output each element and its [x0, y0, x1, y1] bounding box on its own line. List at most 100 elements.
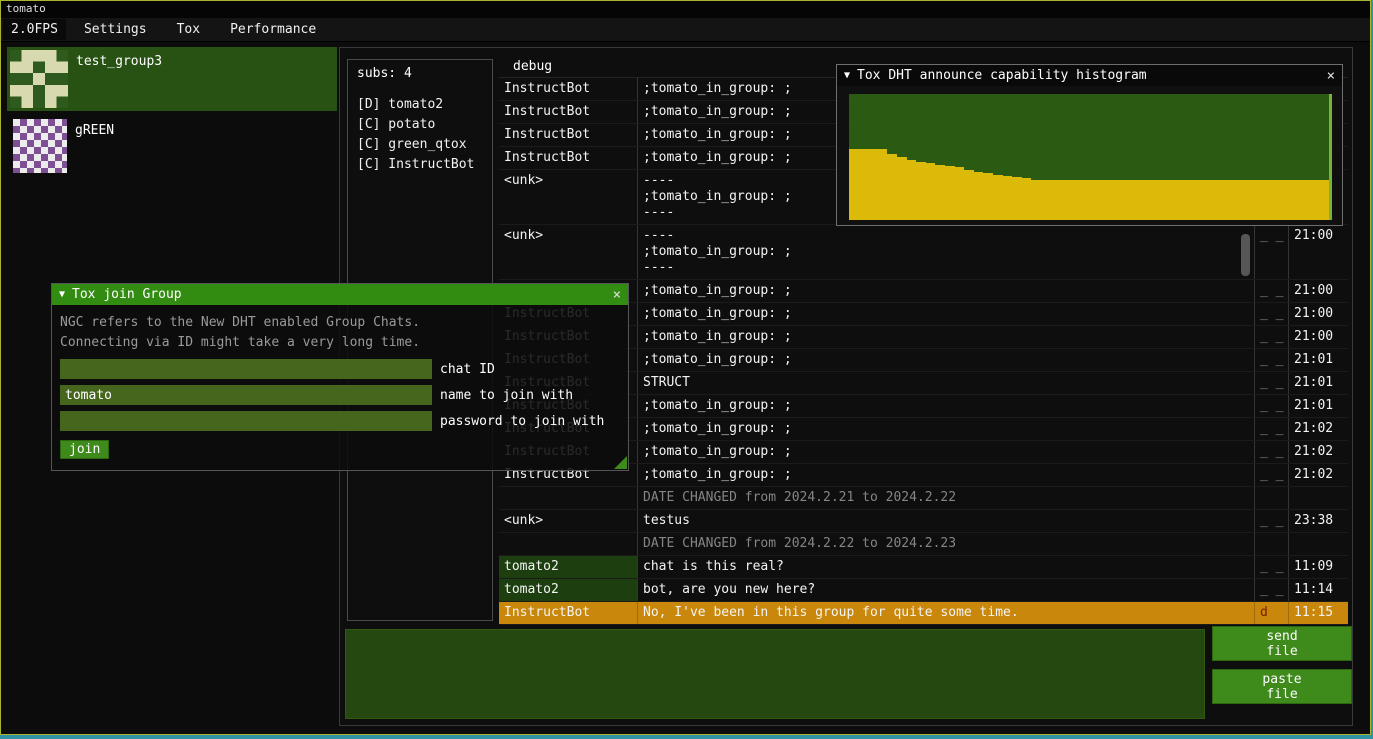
- member-list-item[interactable]: [C] InstructBot: [357, 155, 483, 175]
- join-password-input[interactable]: [60, 411, 432, 431]
- menu-item-performance[interactable]: Performance: [218, 19, 328, 40]
- message-author: [499, 487, 638, 509]
- message-flags: _ _: [1255, 280, 1289, 302]
- message-text: testus: [638, 510, 1255, 532]
- group-name: gREEN: [75, 119, 114, 138]
- member-list-item[interactable]: [C] potato: [357, 115, 483, 135]
- message-time: 21:00: [1289, 303, 1348, 325]
- message-time: [1289, 487, 1348, 509]
- message-time: 11:14: [1289, 579, 1348, 601]
- fps-counter: 2.0FPS: [3, 19, 66, 40]
- message-time: 21:01: [1289, 395, 1348, 417]
- group-avatar: [13, 119, 67, 173]
- chat-message-row[interactable]: tomato2 chat is this real? _ _ 11:09: [499, 556, 1348, 579]
- message-flags: _ _: [1255, 556, 1289, 578]
- message-text: ;tomato_in_group: ;: [638, 441, 1255, 463]
- chat-message-row[interactable]: tomato2 bot, are you new here? _ _ 11:14: [499, 579, 1348, 602]
- join-info-line: NGC refers to the New DHT enabled Group …: [60, 313, 620, 333]
- member-list-item[interactable]: [D] tomato2: [357, 95, 483, 115]
- message-time: 21:02: [1289, 418, 1348, 440]
- menu-bar: 2.0FPS Settings Tox Performance: [1, 18, 1370, 42]
- histogram-window-title: Tox DHT announce capability histogram: [857, 68, 1147, 83]
- message-author: InstructBot: [499, 602, 638, 624]
- message-text: ;tomato_in_group: ;: [638, 395, 1255, 417]
- message-text: ;tomato_in_group: ;: [638, 303, 1255, 325]
- histogram-window: ▼ Tox DHT announce capability histogram …: [836, 64, 1343, 226]
- close-icon[interactable]: ×: [613, 287, 621, 303]
- join-window-title: Tox join Group: [72, 287, 182, 302]
- message-text: ;tomato_in_group: ;: [638, 326, 1255, 348]
- message-flags: _ _: [1255, 349, 1289, 371]
- message-time: 21:00: [1289, 326, 1348, 348]
- chat-id-input[interactable]: [60, 359, 432, 379]
- message-time: 21:00: [1289, 225, 1348, 279]
- message-time: 21:00: [1289, 280, 1348, 302]
- message-flags: _ _: [1255, 303, 1289, 325]
- chat-message-row[interactable]: InstructBot No, I've been in this group …: [499, 602, 1348, 625]
- app-window: tomato 2.0FPS Settings Tox Performance t…: [0, 0, 1371, 735]
- chat-message-row[interactable]: <unk> ---- ;tomato_in_group: ; ---- _ _ …: [499, 225, 1348, 280]
- message-flags: _ _: [1255, 225, 1289, 279]
- message-author: tomato2: [499, 579, 638, 601]
- message-author: tomato2: [499, 556, 638, 578]
- menu-item-settings[interactable]: Settings: [72, 19, 159, 40]
- message-text: ;tomato_in_group: ;: [638, 349, 1255, 371]
- paste-file-button[interactable]: paste file: [1212, 669, 1352, 704]
- join-window-titlebar: ▼ Tox join Group ×: [52, 284, 628, 305]
- message-flags: _ _: [1255, 441, 1289, 463]
- message-author: InstructBot: [499, 124, 638, 146]
- group-item-test-group3[interactable]: test_group3: [7, 47, 337, 111]
- message-text: ;tomato_in_group: ;: [638, 464, 1255, 486]
- message-flags: _ _: [1255, 372, 1289, 394]
- collapse-arrow-icon[interactable]: ▼: [59, 289, 65, 300]
- join-name-label: name to join with: [440, 388, 573, 403]
- message-author: InstructBot: [499, 101, 638, 123]
- window-title: tomato: [6, 2, 46, 15]
- group-item-green[interactable]: gREEN: [7, 116, 337, 180]
- collapse-arrow-icon[interactable]: ▼: [844, 70, 850, 81]
- join-window-body: NGC refers to the New DHT enabled Group …: [52, 305, 628, 459]
- join-name-input[interactable]: [60, 385, 432, 405]
- close-icon[interactable]: ×: [1327, 68, 1335, 84]
- join-info-line: Connecting via ID might take a very long…: [60, 333, 620, 353]
- chat-scrollbar-thumb[interactable]: [1241, 234, 1250, 276]
- message-flags: _ _: [1255, 395, 1289, 417]
- group-name: test_group3: [76, 50, 162, 69]
- message-author: <unk>: [499, 510, 638, 532]
- group-avatar: [10, 50, 68, 108]
- group-list: test_group3 gREEN: [7, 47, 337, 185]
- chat-message-row[interactable]: DATE CHANGED from 2024.2.21 to 2024.2.22: [499, 487, 1348, 510]
- join-password-label: password to join with: [440, 414, 604, 429]
- menu-item-tox[interactable]: Tox: [165, 19, 212, 40]
- join-name-field-row: name to join with: [60, 385, 620, 405]
- send-file-button[interactable]: send file: [1212, 626, 1352, 661]
- message-time: 23:38: [1289, 510, 1348, 532]
- message-input[interactable]: [345, 629, 1205, 719]
- message-time: 11:15: [1289, 602, 1348, 624]
- message-time: 21:01: [1289, 372, 1348, 394]
- chat-message-row[interactable]: DATE CHANGED from 2024.2.22 to 2024.2.23: [499, 533, 1348, 556]
- join-button[interactable]: join: [60, 440, 109, 459]
- message-text: chat is this real?: [638, 556, 1255, 578]
- chat-id-field-row: chat ID: [60, 359, 620, 379]
- join-password-field-row: password to join with: [60, 411, 620, 431]
- message-text: DATE CHANGED from 2024.2.22 to 2024.2.23: [638, 533, 1255, 555]
- message-text: No, I've been in this group for quite so…: [638, 602, 1255, 624]
- message-time: 11:09: [1289, 556, 1348, 578]
- message-time: 21:01: [1289, 349, 1348, 371]
- message-flags: _ _: [1255, 579, 1289, 601]
- histogram-window-titlebar: ▼ Tox DHT announce capability histogram …: [837, 65, 1342, 86]
- message-flags: d: [1255, 602, 1289, 624]
- message-time: 21:02: [1289, 441, 1348, 463]
- os-titlebar: tomato: [1, 1, 1370, 18]
- message-text: ;tomato_in_group: ;: [638, 280, 1255, 302]
- message-text: bot, are you new here?: [638, 579, 1255, 601]
- resize-grip[interactable]: [614, 456, 627, 469]
- message-text: ---- ;tomato_in_group: ; ----: [638, 225, 1255, 279]
- chat-message-row[interactable]: <unk> testus _ _ 23:38: [499, 510, 1348, 533]
- message-flags: _ _: [1255, 326, 1289, 348]
- chat-id-label: chat ID: [440, 362, 495, 377]
- member-list-item[interactable]: [C] green_qtox: [357, 135, 483, 155]
- message-flags: _ _: [1255, 418, 1289, 440]
- join-group-window: ▼ Tox join Group × NGC refers to the New…: [51, 283, 629, 471]
